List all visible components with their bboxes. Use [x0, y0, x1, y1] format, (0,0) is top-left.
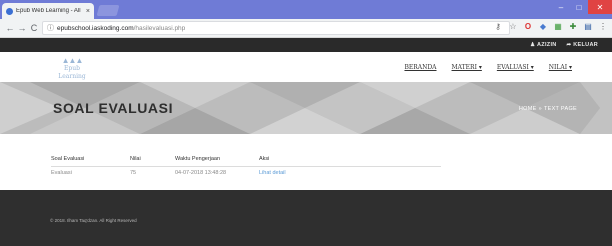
site-topbar: ♟ AZIZIN ➦ KELUAR: [0, 38, 612, 52]
close-window-button[interactable]: ✕: [588, 0, 612, 14]
breadcrumb-home[interactable]: HOME: [519, 106, 537, 112]
star-icon[interactable]: ☆: [508, 22, 518, 31]
menu-item-nilai[interactable]: NILAI ▾: [549, 64, 572, 71]
main-menu: BERANDA MATERI ▾ EVALUASI ▾ NILAI ▾: [404, 64, 572, 71]
url-host: epubschool.iaskoding.com: [57, 24, 134, 32]
breadcrumb: HOME» TEXT PAGE: [519, 106, 577, 112]
opera-icon[interactable]: O: [523, 22, 533, 31]
page-banner: SOAL EVALUASI HOME» TEXT PAGE: [0, 82, 612, 134]
site-footer: © 2018. Ilham Taq'dzan. All Right Reserv…: [0, 190, 612, 246]
cell-soal: Evaluasi: [51, 170, 72, 177]
logo-text: Epub Learning: [58, 65, 86, 80]
table-header-row: Soal Evaluasi Nilai Waktu Pengerjaan Aks…: [51, 153, 441, 167]
cell-nilai: 75: [130, 170, 137, 177]
site-header: ▲▲▲ Epub Learning BERANDA MATERI ▾ EVALU…: [0, 52, 612, 82]
address-bar-row: ← → C ⓘ epubschool.iaskoding.com /hasile…: [0, 19, 612, 38]
reload-button[interactable]: C: [28, 23, 40, 33]
minimize-button[interactable]: –: [552, 0, 570, 14]
menu-item-materi[interactable]: MATERI ▾: [452, 64, 482, 71]
col-header-soal: Soal Evaluasi: [51, 153, 130, 167]
col-header-aksi: Aksi: [259, 153, 441, 167]
col-header-nilai: Nilai: [130, 153, 175, 167]
extension-toolbar: ⚷ ☆ O ◆ ▦ ✚ ▤ ⋮: [493, 22, 608, 31]
url-path: /hasilevaluasi.php: [133, 24, 186, 32]
cell-aksi: Lihat detail: [259, 166, 441, 180]
evaluation-table: Soal Evaluasi Nilai Waktu Pengerjaan Aks…: [51, 153, 441, 180]
window-controls: – □ ✕: [552, 0, 612, 14]
logo-roofs-icon: ▲▲▲: [61, 56, 84, 65]
tab-title: Epub Web Learning - All: [16, 8, 81, 14]
tab-close-icon[interactable]: ×: [86, 8, 90, 15]
menu-item-evaluasi[interactable]: EVALUASI ▾: [497, 64, 534, 71]
favicon-icon: [6, 7, 13, 15]
back-button[interactable]: ←: [4, 23, 16, 33]
maximize-button[interactable]: □: [570, 0, 588, 14]
table-row: Evaluasi 75 04-07-2018 13:48:28 Lihat de…: [51, 166, 441, 180]
cell-waktu: 04-07-2018 13:48:28: [175, 170, 227, 177]
page-title: SOAL EVALUASI: [53, 100, 174, 116]
key-icon[interactable]: ⚷: [493, 22, 503, 31]
breadcrumb-separator: »: [538, 106, 542, 112]
extension-grid-icon[interactable]: ▤: [583, 22, 593, 31]
new-tab-button[interactable]: [96, 5, 120, 16]
url-input[interactable]: ⓘ epubschool.iaskoding.com /hasilevaluas…: [42, 21, 510, 35]
menu-dots-icon[interactable]: ⋮: [598, 22, 608, 31]
extension-blue-icon[interactable]: ◆: [538, 22, 548, 31]
user-link[interactable]: ♟ AZIZIN: [530, 42, 556, 48]
extension-puzzle-icon[interactable]: ✚: [568, 22, 578, 31]
view-detail-link[interactable]: Lihat detail: [259, 170, 286, 176]
site-logo[interactable]: ▲▲▲ Epub Learning: [52, 56, 92, 81]
breadcrumb-current: TEXT PAGE: [543, 106, 577, 112]
forward-button[interactable]: →: [16, 23, 28, 33]
browser-tab-strip: Epub Web Learning - All × – □ ✕: [0, 0, 612, 19]
menu-item-beranda[interactable]: BERANDA: [404, 64, 436, 71]
site-info-icon[interactable]: ⓘ: [47, 23, 54, 33]
copyright-text: © 2018. Ilham Taq'dzan. All Right Reserv…: [50, 218, 137, 223]
logout-link[interactable]: ➦ KELUAR: [567, 42, 598, 48]
extension-chart-icon[interactable]: ▦: [553, 22, 563, 31]
col-header-waktu: Waktu Pengerjaan: [175, 153, 259, 167]
browser-tab[interactable]: Epub Web Learning - All ×: [2, 3, 94, 19]
